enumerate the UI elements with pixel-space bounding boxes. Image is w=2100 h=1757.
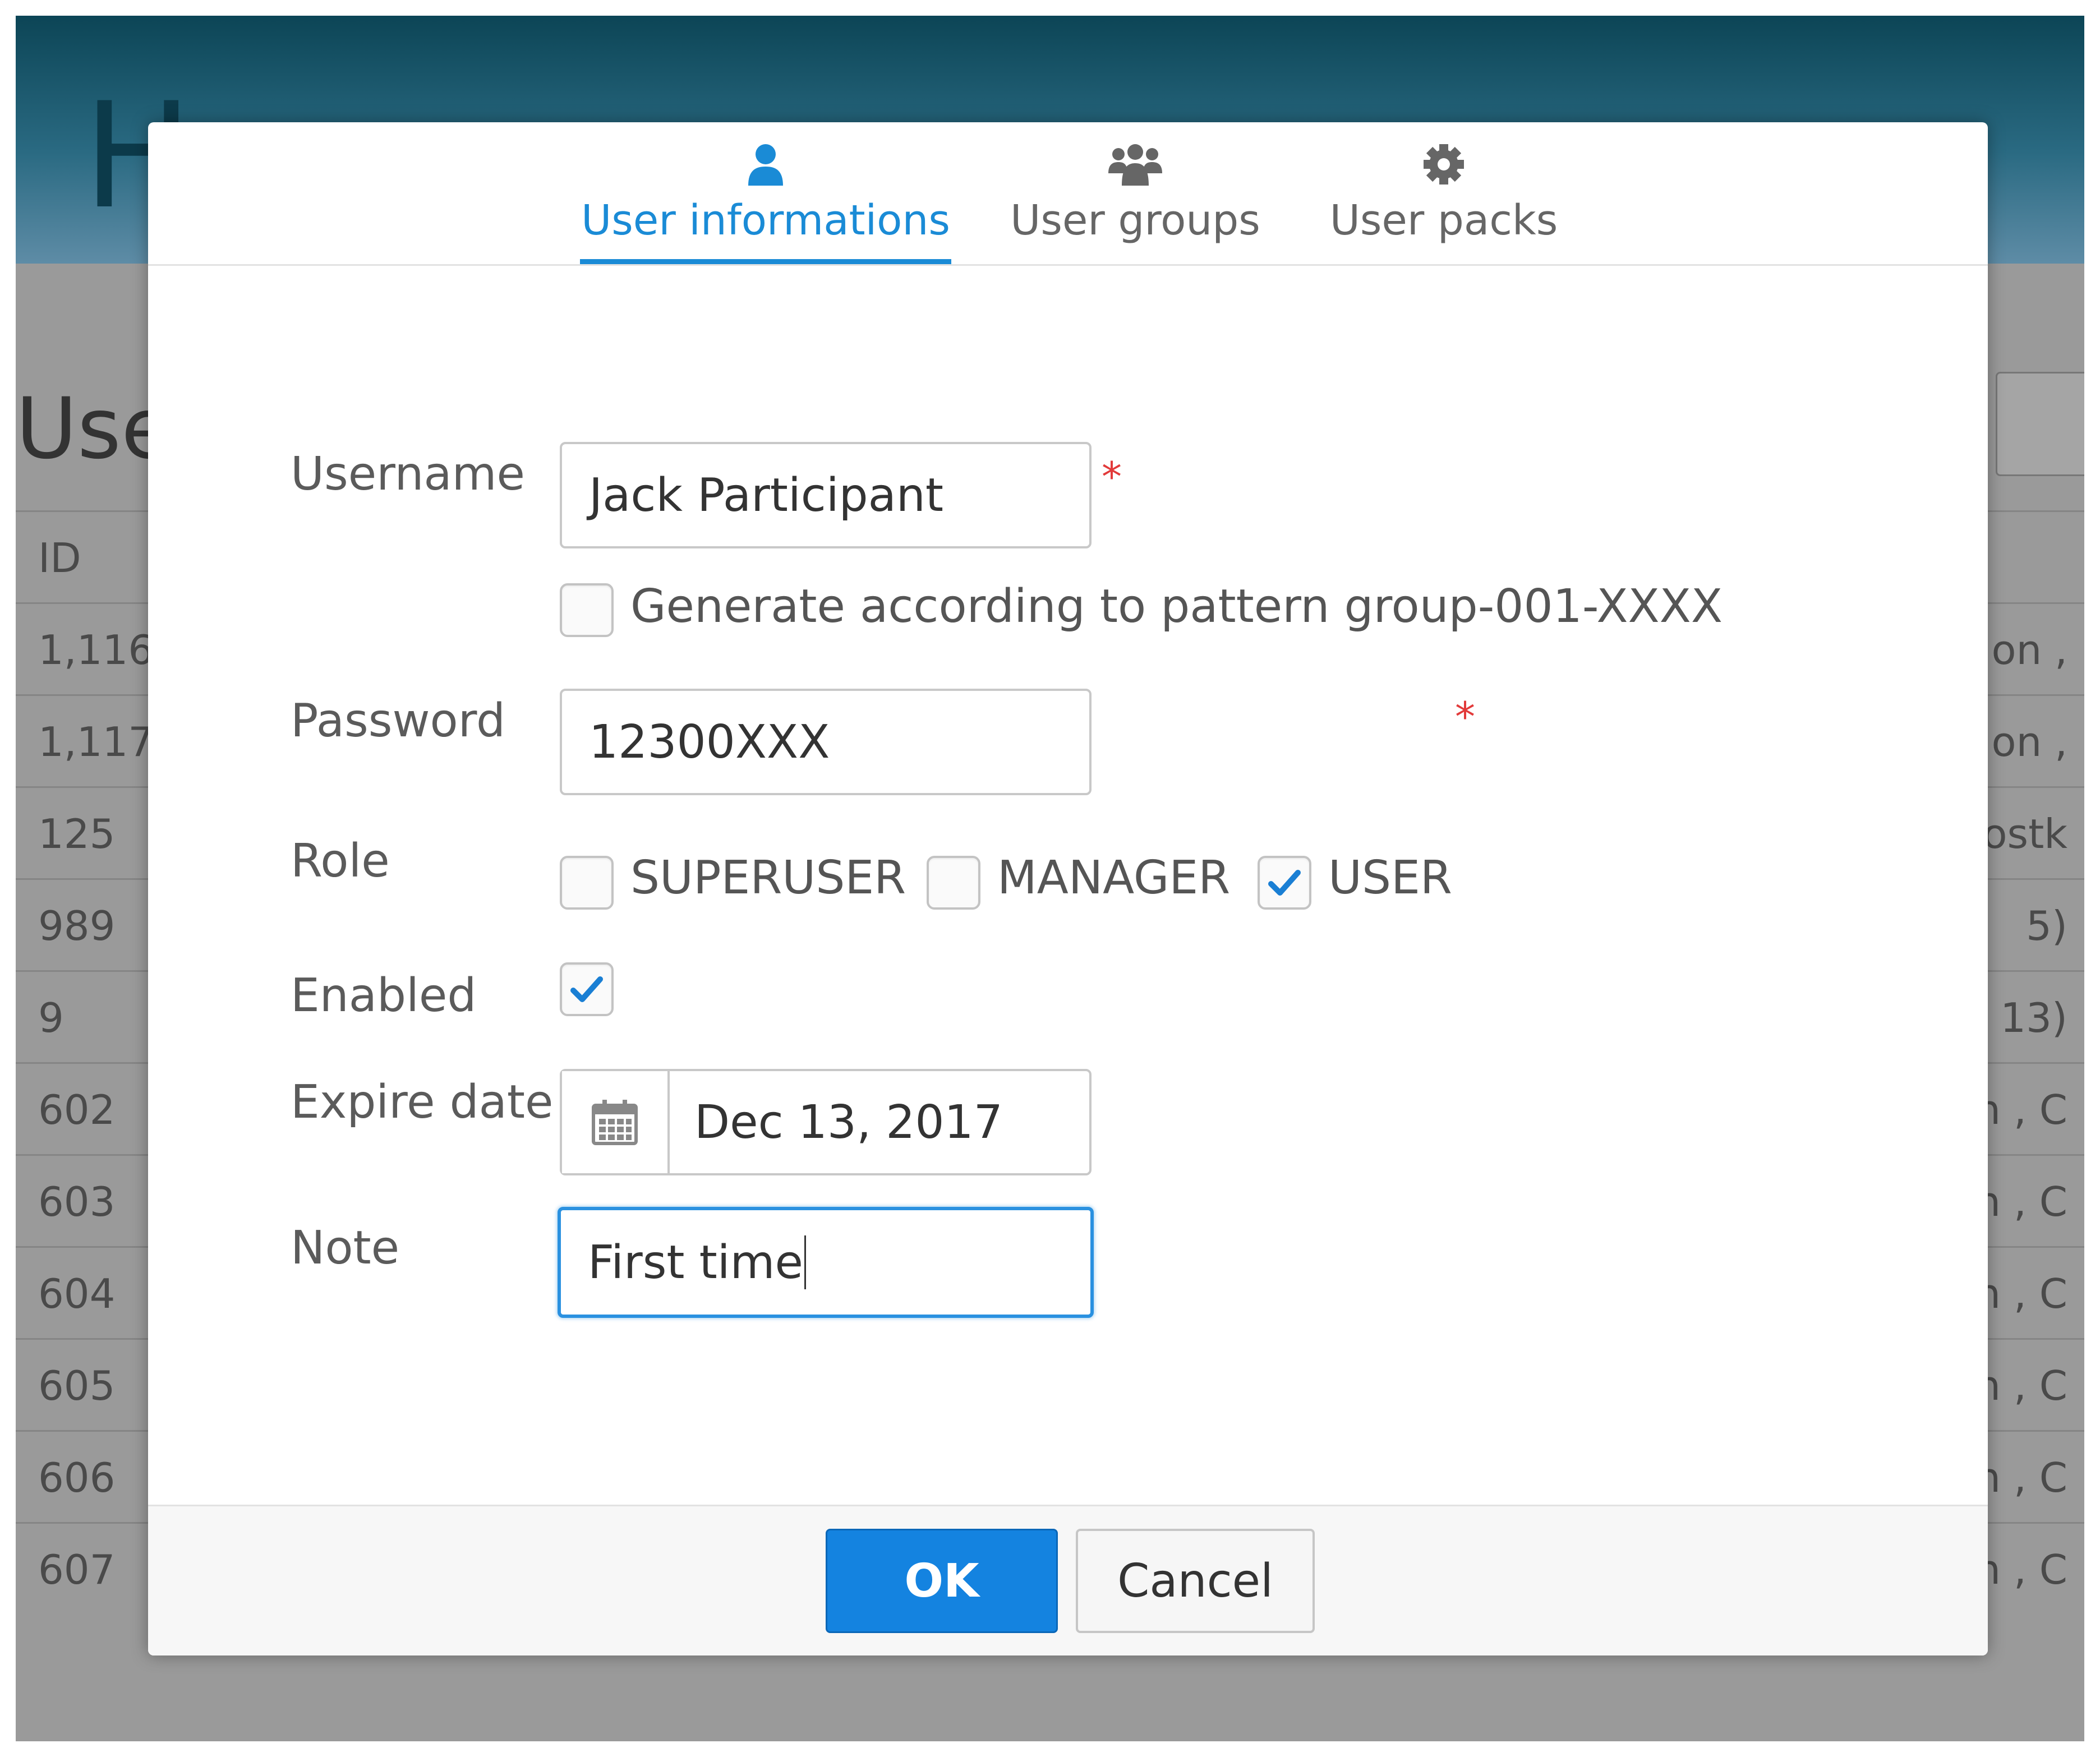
password-label: Password bbox=[291, 694, 506, 748]
dialog-tabs: User informations User groups User packs bbox=[148, 122, 1988, 266]
cell-id: 9 bbox=[38, 994, 64, 1041]
cell-id: 607 bbox=[38, 1546, 116, 1593]
cancel-button[interactable]: Cancel bbox=[1076, 1529, 1315, 1633]
calendar-icon bbox=[592, 1100, 638, 1145]
cell-id: 605 bbox=[38, 1362, 116, 1409]
application-window: H Use ID 1,116 rsion , 1,117 rsion , 125… bbox=[16, 16, 2084, 1741]
cell-id: 1,117 bbox=[38, 718, 154, 765]
note-label: Note bbox=[291, 1221, 400, 1275]
enabled-label: Enabled bbox=[291, 969, 477, 1022]
role-superuser-label: SUPERUSER bbox=[630, 851, 906, 905]
role-label: Role bbox=[291, 834, 390, 888]
password-value: 12300XXX bbox=[589, 715, 830, 769]
username-label: Username bbox=[291, 448, 526, 501]
tab-label: User packs bbox=[1329, 196, 1558, 245]
date-picker-button[interactable] bbox=[562, 1071, 670, 1173]
role-user-checkbox[interactable] bbox=[1258, 856, 1311, 910]
username-value: Jack Participant bbox=[589, 468, 944, 522]
role-user-label: USER bbox=[1328, 851, 1452, 905]
users-icon bbox=[1108, 144, 1162, 186]
checkmark-icon bbox=[1268, 870, 1301, 896]
generate-pattern-checkbox[interactable] bbox=[560, 583, 614, 637]
gear-icon bbox=[1424, 144, 1464, 185]
cell-id: 604 bbox=[38, 1270, 116, 1317]
user-icon bbox=[748, 144, 783, 186]
required-marker: * bbox=[1455, 693, 1475, 740]
toolbar-button[interactable] bbox=[1996, 372, 2084, 476]
tab-label: User informations bbox=[581, 196, 950, 245]
note-value: First time bbox=[588, 1235, 803, 1289]
cell-id: 602 bbox=[38, 1086, 116, 1133]
role-superuser-checkbox[interactable] bbox=[560, 856, 614, 910]
checkmark-icon bbox=[570, 976, 603, 1002]
enabled-checkbox[interactable] bbox=[560, 962, 614, 1016]
cell-id: 606 bbox=[38, 1454, 116, 1501]
note-field[interactable]: First time bbox=[558, 1207, 1094, 1318]
cell-id: 989 bbox=[38, 902, 116, 949]
cell-id: 125 bbox=[38, 810, 116, 857]
text-caret bbox=[804, 1235, 806, 1289]
cell-text: 5) bbox=[2026, 902, 2067, 949]
tab-label: User groups bbox=[1010, 196, 1260, 245]
role-manager-label: MANAGER bbox=[997, 851, 1231, 905]
dialog-footer: OK Cancel bbox=[148, 1505, 1988, 1655]
username-field[interactable]: Jack Participant bbox=[560, 442, 1092, 548]
generate-pattern-label: Generate according to pattern group-001-… bbox=[630, 580, 1723, 633]
cell-id: 603 bbox=[38, 1178, 116, 1225]
cell-id: 1,116 bbox=[38, 626, 154, 674]
ok-button[interactable]: OK bbox=[826, 1529, 1058, 1633]
user-dialog: User informations User groups User packs… bbox=[148, 122, 1988, 1655]
tab-user-packs[interactable]: User packs bbox=[1326, 139, 1562, 264]
tab-user-informations[interactable]: User informations bbox=[580, 139, 951, 264]
password-field[interactable]: 12300XXX bbox=[560, 689, 1092, 795]
required-marker: * bbox=[1102, 453, 1122, 500]
expire-date-field[interactable]: Dec 13, 2017 bbox=[560, 1069, 1092, 1175]
column-header-id: ID bbox=[38, 534, 81, 582]
cell-text: 13) bbox=[2000, 994, 2067, 1041]
expire-date-value: Dec 13, 2017 bbox=[694, 1095, 1003, 1149]
tab-user-groups[interactable]: User groups bbox=[1006, 139, 1264, 264]
role-manager-checkbox[interactable] bbox=[927, 856, 980, 910]
expire-date-label: Expire date bbox=[291, 1076, 554, 1129]
